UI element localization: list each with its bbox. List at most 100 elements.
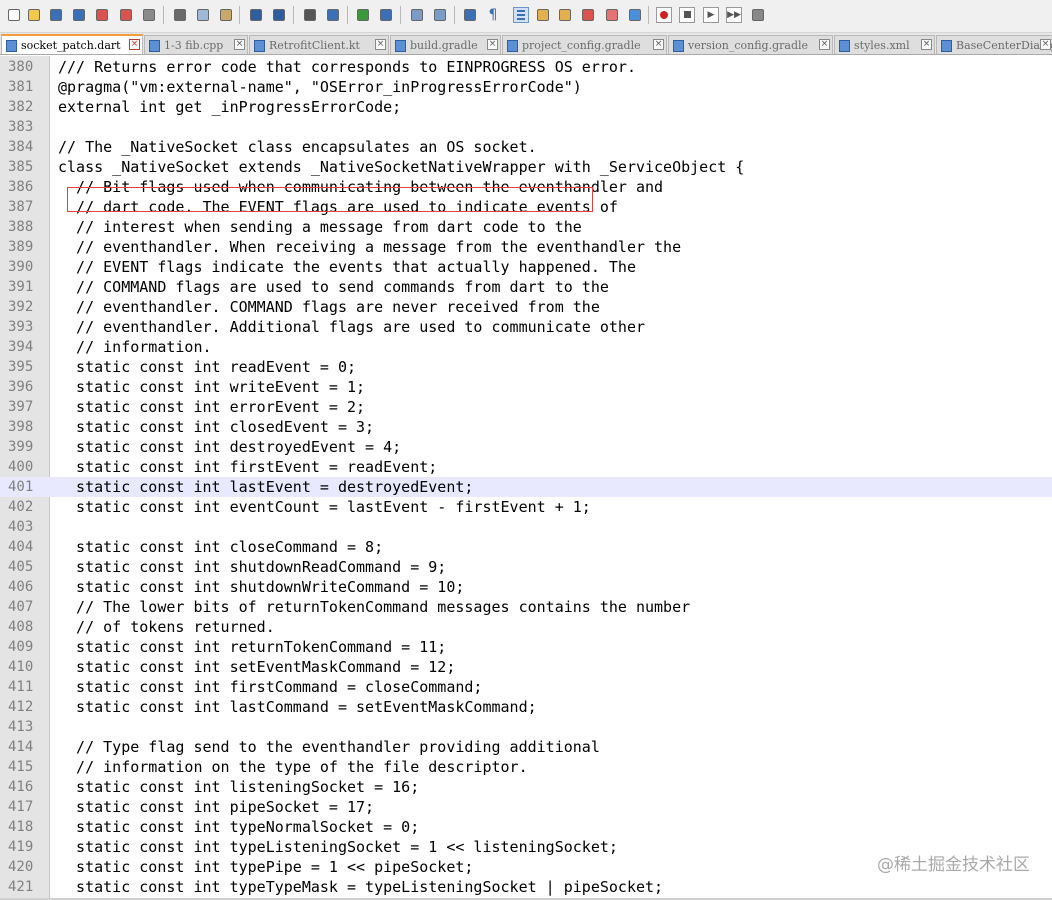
code-line[interactable]: 405 static const int shutdownReadCommand… (0, 557, 1052, 577)
find-icon[interactable] (302, 7, 318, 23)
word-wrap-icon[interactable] (462, 7, 478, 23)
paste-icon[interactable] (218, 7, 234, 23)
code-line[interactable]: 388 // interest when sending a message f… (0, 217, 1052, 237)
tab-close-icon[interactable]: × (1040, 39, 1051, 50)
folder-workspace-icon[interactable] (604, 7, 620, 23)
code-line[interactable]: 415 // information on the type of the fi… (0, 757, 1052, 777)
tab-close-icon[interactable]: × (234, 39, 245, 50)
code-line[interactable]: 414 // Type flag send to the eventhandle… (0, 737, 1052, 757)
code-line[interactable]: 399 static const int destroyedEvent = 4; (0, 437, 1052, 457)
tab-close-icon[interactable]: × (487, 39, 498, 50)
code-text: static const int eventCount = lastEvent … (58, 498, 591, 516)
tab-close-icon[interactable]: × (375, 39, 386, 50)
code-editor[interactable]: 380 /// Returns error code that correspon… (0, 56, 1052, 900)
close-all-icon[interactable] (118, 7, 134, 23)
code-text: static const int returnTokenCommand = 11… (58, 638, 447, 656)
udl-icon[interactable] (535, 7, 551, 23)
annotation-highlight-box (67, 187, 593, 212)
tab-close-icon[interactable]: × (129, 39, 140, 50)
code-line[interactable]: 412 static const int lastCommand = setEv… (0, 697, 1052, 717)
code-line[interactable]: 396 static const int writeEvent = 1; (0, 377, 1052, 397)
indent-guide-icon[interactable] (513, 7, 529, 23)
code-line[interactable]: 394 // information. (0, 337, 1052, 357)
line-number: 385 (8, 159, 34, 175)
code-text: /// Returns error code that corresponds … (58, 58, 636, 76)
zoom-in-icon[interactable] (355, 7, 371, 23)
zoom-out-icon[interactable] (378, 7, 394, 23)
code-line[interactable]: 421 static const int typeTypeMask = type… (0, 877, 1052, 897)
line-number: 418 (8, 819, 34, 835)
code-line[interactable]: 392 // eventhandler. COMMAND flags are n… (0, 297, 1052, 317)
code-line[interactable]: 389 // eventhandler. When receiving a me… (0, 237, 1052, 257)
line-number: 392 (8, 299, 34, 315)
doc-map-icon[interactable] (557, 7, 573, 23)
tab-close-icon[interactable]: × (653, 39, 664, 50)
cut-icon[interactable] (172, 7, 188, 23)
tab-version-config-gradle[interactable]: version_config.gradle × (668, 35, 833, 54)
code-line[interactable]: 404 static const int closeCommand = 8; (0, 537, 1052, 557)
code-line[interactable]: 383 (0, 117, 1052, 137)
code-line[interactable]: 380 /// Returns error code that correspon… (0, 57, 1052, 77)
sync-horizontal-icon[interactable] (432, 7, 448, 23)
code-line[interactable]: 400 static const int firstEvent = readEv… (0, 457, 1052, 477)
code-line[interactable]: 406 static const int shutdownWriteComman… (0, 577, 1052, 597)
tab-project-config-gradle[interactable]: project_config.gradle × (502, 35, 667, 54)
code-line[interactable]: 410 static const int setEventMaskCommand… (0, 657, 1052, 677)
save-all-icon[interactable] (71, 7, 87, 23)
tab-styles-xml[interactable]: styles.xml × (834, 35, 935, 54)
save-icon[interactable] (48, 7, 64, 23)
tab-build-gradle[interactable]: build.gradle × (390, 35, 501, 54)
play-macro-icon[interactable]: ▶ (703, 7, 719, 23)
tab-label: build.gradle (410, 39, 478, 52)
code-line[interactable]: 385 class _NativeSocket extends _NativeSo… (0, 157, 1052, 177)
code-line[interactable]: 413 (0, 717, 1052, 737)
save-macro-icon[interactable] (750, 7, 766, 23)
code-line[interactable]: 402 static const int eventCount = lastEv… (0, 497, 1052, 517)
tab-close-icon[interactable]: × (819, 39, 830, 50)
monitoring-icon[interactable] (627, 7, 643, 23)
code-line[interactable]: 382 external int get _inProgressErrorCode… (0, 97, 1052, 117)
code-line[interactable]: 401 static const int lastEvent = destroy… (0, 477, 1052, 497)
code-line[interactable]: 397 static const int errorEvent = 2; (0, 397, 1052, 417)
replace-icon[interactable] (325, 7, 341, 23)
toolbar-separator (400, 6, 401, 24)
function-list-icon[interactable] (580, 7, 596, 23)
code-line[interactable]: 381 @pragma("vm:external-name", "OSError_… (0, 77, 1052, 97)
redo-icon[interactable] (271, 7, 287, 23)
code-line[interactable]: 409 static const int returnTokenCommand … (0, 637, 1052, 657)
stop-macro-icon[interactable] (679, 7, 695, 23)
tab-close-icon[interactable]: × (921, 39, 932, 50)
code-line[interactable]: 391 // COMMAND flags are used to send co… (0, 277, 1052, 297)
undo-icon[interactable] (248, 7, 264, 23)
sync-vertical-icon[interactable] (409, 7, 425, 23)
tab-1-3-fib-cpp[interactable]: 1-3 fib.cpp × (144, 35, 248, 54)
copy-icon[interactable] (195, 7, 211, 23)
code-line[interactable]: 403 (0, 517, 1052, 537)
code-line[interactable]: 398 static const int closedEvent = 3; (0, 417, 1052, 437)
tab-socket-patch-dart[interactable]: socket_patch.dart × (1, 34, 143, 54)
line-number: 420 (8, 859, 34, 875)
code-line[interactable]: 418 static const int typeNormalSocket = … (0, 817, 1052, 837)
code-line[interactable]: 390 // EVENT flags indicate the events t… (0, 257, 1052, 277)
record-macro-icon[interactable] (656, 7, 672, 23)
show-all-chars-icon[interactable]: ¶ (485, 7, 501, 23)
new-icon[interactable] (6, 7, 22, 23)
code-line[interactable]: 393 // eventhandler. Additional flags ar… (0, 317, 1052, 337)
run-macro-multiple-icon[interactable]: ▶▶ (726, 7, 742, 23)
code-line[interactable]: 416 static const int listeningSocket = 1… (0, 777, 1052, 797)
tab-retrofitclient-kt[interactable]: RetrofitClient.kt × (249, 35, 389, 54)
file-icon (254, 39, 265, 52)
close-icon[interactable] (94, 7, 110, 23)
line-number: 386 (8, 179, 34, 195)
code-line[interactable]: 408 // of tokens returned. (0, 617, 1052, 637)
code-line[interactable]: 384 // The _NativeSocket class encapsulat… (0, 137, 1052, 157)
line-number: 411 (8, 679, 34, 695)
open-icon[interactable] (26, 7, 42, 23)
line-number: 380 (8, 59, 34, 75)
code-line[interactable]: 417 static const int pipeSocket = 17; (0, 797, 1052, 817)
code-line[interactable]: 411 static const int firstCommand = clos… (0, 677, 1052, 697)
print-icon[interactable] (141, 7, 157, 23)
code-line[interactable]: 407 // The lower bits of returnTokenComm… (0, 597, 1052, 617)
tab-basecenterdialog[interactable]: BaseCenterDialog × (936, 35, 1052, 54)
code-line[interactable]: 395 static const int readEvent = 0; (0, 357, 1052, 377)
